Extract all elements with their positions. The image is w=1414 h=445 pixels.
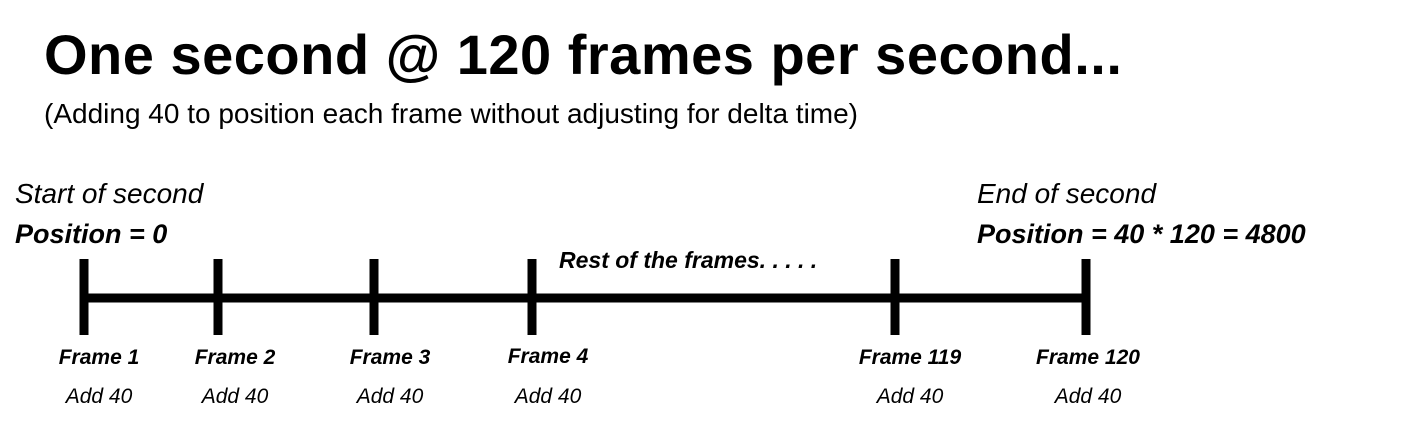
frame-1-action: Add 40 — [65, 385, 133, 408]
frame-120-label: Frame 120 — [1036, 346, 1140, 369]
frame-3-label: Frame 3 — [349, 346, 431, 369]
timeline — [79, 259, 1091, 335]
frame-120-action: Add 40 — [1054, 385, 1122, 408]
frame-2-action: Add 40 — [201, 385, 269, 408]
frame-2-label: Frame 2 — [194, 346, 276, 369]
frame-119-label: Frame 119 — [858, 346, 962, 369]
frame-4-label: Frame 4 — [507, 345, 589, 368]
frame-3-action: Add 40 — [356, 385, 424, 408]
frame-119-action: Add 40 — [876, 385, 944, 408]
frame-4-action: Add 40 — [514, 385, 582, 408]
frame-1-label: Frame 1 — [58, 346, 140, 369]
